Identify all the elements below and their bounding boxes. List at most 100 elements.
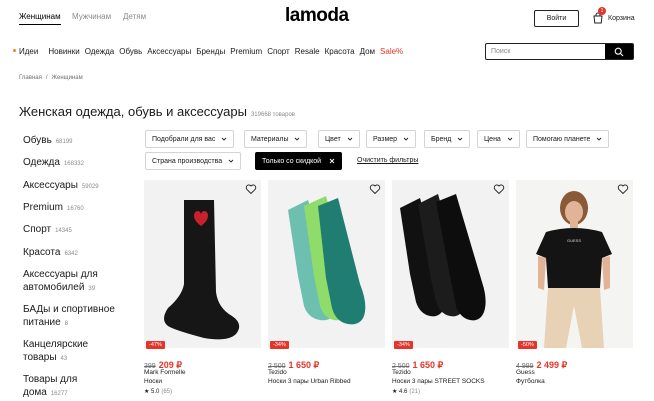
sidebar-item-label: Premium <box>23 202 64 213</box>
breadcrumb-current[interactable]: Женщинам <box>52 75 83 81</box>
chevron-down-icon <box>228 159 234 163</box>
lamoda-logo[interactable]: lamoda <box>285 5 349 27</box>
gender-tab-label: Женщинам <box>19 12 61 21</box>
chevron-down-icon <box>222 137 227 141</box>
nav-item-ideas[interactable]: Идеи <box>13 47 43 56</box>
sidebar-item-label: питание <box>23 317 61 328</box>
filter-size[interactable]: Размер <box>366 130 417 148</box>
gender-tab-kids[interactable]: Детям <box>123 12 146 21</box>
product-brand[interactable]: Guess <box>516 369 535 376</box>
search-input[interactable] <box>486 44 605 59</box>
rating-value: 5.0 <box>151 389 160 395</box>
sidebar-item-stationery[interactable]: Канцелярские товары 43 <box>23 338 88 366</box>
filter-materials[interactable]: Материалы <box>244 130 308 148</box>
sidebar-item-count: 16277 <box>50 391 68 397</box>
nav-item-premium[interactable]: Premium <box>230 47 262 56</box>
cart-label[interactable]: Корзина <box>608 15 635 22</box>
product-brand[interactable]: Tezido <box>392 369 411 376</box>
filter-price[interactable]: Цена <box>477 130 520 148</box>
sale-price: 1 650 ₽ <box>288 360 320 370</box>
nav-item-brands[interactable]: Бренды <box>196 47 225 56</box>
sale-price: 1 650 ₽ <box>412 360 444 370</box>
filter-label: Бренд <box>431 135 452 143</box>
product-image-1[interactable] <box>144 180 261 348</box>
sidebar-item-label: Аксессуары для <box>23 269 98 280</box>
sidebar-item-label: БАДы и спортивное <box>23 304 115 315</box>
filter-brand[interactable]: Бренд <box>424 130 471 148</box>
product-count: 319668 товаров <box>250 112 295 118</box>
search-button[interactable] <box>605 44 633 59</box>
breadcrumb-separator: / <box>45 75 48 81</box>
close-icon[interactable] <box>329 158 335 164</box>
chevron-down-icon <box>347 137 353 141</box>
filter-label: Материалы <box>251 135 289 143</box>
filter-discount-only-active[interactable]: Только со скидкой <box>255 152 343 170</box>
sidebar-item-car-accessories[interactable]: Аксессуары для автомобилей 39 <box>23 268 98 296</box>
nav-item-accessories[interactable]: Аксессуары <box>147 47 191 56</box>
heart-icon[interactable] <box>245 183 257 195</box>
chevron-down-icon <box>458 137 463 141</box>
sidebar-item-label: Товары для <box>23 374 78 385</box>
nav-item-resale[interactable]: Resale <box>295 47 320 56</box>
heart-icon[interactable] <box>617 183 629 195</box>
breadcrumb-home[interactable]: Главная <box>19 75 42 81</box>
nav-item-beauty[interactable]: Красота <box>325 47 355 56</box>
product-image-4[interactable]: GUESS <box>516 180 633 348</box>
filter-label: Только со скидкой <box>262 157 322 165</box>
nav-item-home[interactable]: Дом <box>360 47 375 56</box>
sidebar-item-label: Одежда <box>23 157 60 168</box>
cart-count-badge: 1 <box>598 7 606 15</box>
sidebar-item-count: 39 <box>88 286 96 292</box>
sidebar-item-supplements[interactable]: БАДы и спортивное питание 8 <box>23 303 115 331</box>
sidebar-item-premium[interactable]: Premium 16760 <box>23 201 84 216</box>
rating-value: 4.6 <box>399 389 408 395</box>
product-brand[interactable]: Mark Formelle <box>144 369 186 376</box>
heart-icon[interactable] <box>369 183 381 195</box>
nav-item-new[interactable]: Новинки <box>48 47 79 56</box>
search-bar <box>485 43 634 60</box>
nav-item-sport[interactable]: Спорт <box>267 47 290 56</box>
sidebar-item-accessories[interactable]: Аксессуары 59029 <box>23 179 99 194</box>
sidebar-item-sport[interactable]: Спорт 14345 <box>23 223 72 238</box>
product-brand[interactable]: Tezido <box>268 369 287 376</box>
product-image-3[interactable] <box>392 180 509 348</box>
star-icon: ★ <box>392 389 400 395</box>
sock-image <box>164 200 240 340</box>
socks-image <box>288 196 366 325</box>
sidebar-item-count: 14345 <box>55 228 72 234</box>
product-image-2[interactable] <box>268 180 385 348</box>
nav-item-clothes[interactable]: Одежда <box>85 47 115 56</box>
gender-tab-women[interactable]: Женщинам <box>19 12 61 25</box>
product-name[interactable]: Носки 3 пары STREET SOCKS <box>392 378 485 385</box>
sidebar-item-label: Красота <box>23 247 61 258</box>
filter-country[interactable]: Страна производства <box>145 152 242 170</box>
nav-item-shoes[interactable]: Обувь <box>119 47 142 56</box>
product-name[interactable]: Носки 3 пары Urban Ribbed <box>268 378 351 385</box>
ideas-dot-icon <box>13 49 16 53</box>
sidebar-item-clothes[interactable]: Одежда 168332 <box>23 156 84 171</box>
sidebar-item-home-goods[interactable]: Товары для дома 16277 <box>23 373 77 401</box>
sidebar-item-label: автомобилей <box>23 282 85 293</box>
gender-tab-men[interactable]: Мужчинам <box>72 12 111 21</box>
login-button[interactable]: Войти <box>534 10 579 27</box>
clear-filters-link[interactable]: Очистить фильтры <box>357 157 418 164</box>
sidebar-item-label: Канцелярские <box>23 339 89 350</box>
filter-color[interactable]: Цвет <box>318 130 360 148</box>
filter-help-planet[interactable]: Помогаю планете <box>526 130 610 148</box>
page-title-text: Женская одежда, обувь и аксессуары <box>19 104 247 119</box>
sidebar-item-count: 59029 <box>81 184 99 190</box>
filter-label: Помогаю планете <box>533 135 591 143</box>
sidebar-item-beauty[interactable]: Красота 6342 <box>23 246 78 261</box>
sidebar-item-count: 168332 <box>63 161 84 167</box>
nav-item-sale[interactable]: Sale% <box>380 47 403 56</box>
heart-icon[interactable] <box>493 183 505 195</box>
star-icon: ★ <box>144 389 152 395</box>
filter-picked-for-you[interactable]: Подобрали для вас <box>145 130 235 148</box>
nav-item-label: Идеи <box>19 47 39 56</box>
product-name[interactable]: Футболка <box>516 378 545 385</box>
sidebar-item-shoes[interactable]: Обувь 68199 <box>23 134 73 149</box>
filter-label: Страна производства <box>152 157 223 165</box>
product-name[interactable]: Носки <box>144 378 162 385</box>
sidebar-item-label: Обувь <box>23 135 52 146</box>
product-rating: ★ 5.0 (65) <box>144 388 172 395</box>
